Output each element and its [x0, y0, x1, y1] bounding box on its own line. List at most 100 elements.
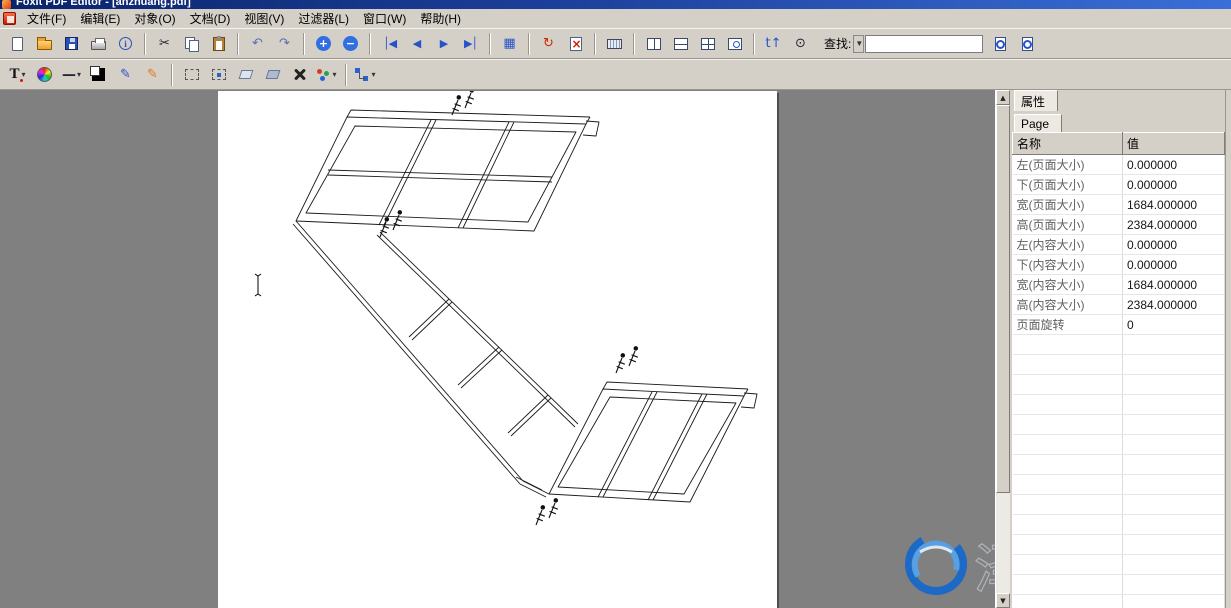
undo-button[interactable]: ↶: [244, 32, 271, 56]
fill-style-button[interactable]: [85, 63, 112, 87]
scrollbar-thumb[interactable]: [996, 105, 1010, 493]
column-view-button[interactable]: [667, 32, 694, 56]
hex-view-button[interactable]: [601, 32, 628, 56]
property-name: [1013, 575, 1123, 595]
scroll-up-button[interactable]: ▲: [996, 90, 1010, 105]
pdf-page[interactable]: [218, 91, 777, 608]
menu-item-3[interactable]: 对象(O): [127, 9, 182, 28]
document-properties-button[interactable]: i: [112, 32, 139, 56]
property-row[interactable]: 宽(页面大小)1684.000000: [1013, 195, 1225, 215]
properties-panel-tab[interactable]: 属性: [1014, 90, 1058, 111]
first-page-button[interactable]: │◀: [376, 32, 403, 56]
menu-item-7[interactable]: 窗口(W): [356, 9, 413, 28]
property-value[interactable]: 0.000000: [1123, 235, 1225, 255]
property-value[interactable]: 0.000000: [1123, 175, 1225, 195]
page-zoom-button[interactable]: [721, 32, 748, 56]
snapshot-button[interactable]: [205, 63, 232, 87]
property-name: 下(页面大小): [1013, 175, 1123, 195]
new-document-button[interactable]: [4, 32, 31, 56]
tab-page[interactable]: Page: [1014, 114, 1062, 132]
text-field-tool-button[interactable]: t↑: [760, 32, 787, 56]
property-row[interactable]: 宽(内容大小)1684.000000: [1013, 275, 1225, 295]
document-canvas[interactable]: 泽网: [0, 90, 995, 608]
property-value[interactable]: 2384.000000: [1123, 215, 1225, 235]
menu-item-4[interactable]: 文档(D): [183, 9, 238, 28]
watermark-swirl-icon: [898, 526, 974, 602]
property-value: [1123, 455, 1225, 475]
color-wheel-button[interactable]: [31, 63, 58, 87]
copy-button[interactable]: [178, 32, 205, 56]
property-row[interactable]: 高(页面大小)2384.000000: [1013, 215, 1225, 235]
vertical-scrollbar[interactable]: ▲ ▼: [995, 90, 1010, 608]
document-window-icon[interactable]: [3, 12, 16, 25]
target-tool-button[interactable]: ⊙: [787, 32, 814, 56]
column-header-name[interactable]: 名称: [1013, 133, 1123, 155]
scrollbar-track[interactable]: [996, 105, 1010, 593]
zoom-out-button[interactable]: −: [337, 32, 364, 56]
menu-item-8[interactable]: 帮助(H): [413, 9, 468, 28]
property-value[interactable]: 2384.000000: [1123, 295, 1225, 315]
find-label: 查找:: [824, 35, 851, 52]
edit-content-button[interactable]: ✎: [112, 63, 139, 87]
print-button[interactable]: [85, 32, 112, 56]
line-tool-button[interactable]: —▾: [58, 63, 85, 87]
find-next-button[interactable]: [1014, 32, 1041, 56]
find-input[interactable]: [865, 35, 983, 53]
split-view-button[interactable]: [640, 32, 667, 56]
property-row[interactable]: 页面旋转0: [1013, 315, 1225, 335]
scissors-icon: ✂: [159, 36, 170, 51]
next-page-button[interactable]: ▶: [430, 32, 457, 56]
hierarchy-button[interactable]: ▾: [352, 63, 379, 87]
property-row-empty: [1013, 475, 1225, 495]
tools-button[interactable]: [286, 63, 313, 87]
property-value[interactable]: 1684.000000: [1123, 275, 1225, 295]
zoom-in-button[interactable]: +: [310, 32, 337, 56]
keyboard-grid-icon: [607, 39, 622, 49]
property-name: [1013, 495, 1123, 515]
column-header-value[interactable]: 值: [1123, 133, 1225, 155]
property-value[interactable]: 0.000000: [1123, 255, 1225, 275]
watermark-text: 泽网: [974, 540, 995, 600]
edit-form-button[interactable]: ✎: [139, 63, 166, 87]
menu-item-6[interactable]: 过滤器(L): [291, 9, 356, 28]
property-row[interactable]: 高(内容大小)2384.000000: [1013, 295, 1225, 315]
scale-object-button[interactable]: [259, 63, 286, 87]
property-row[interactable]: 下(页面大小)0.000000: [1013, 175, 1225, 195]
scroll-down-button[interactable]: ▼: [996, 593, 1010, 608]
last-page-button[interactable]: ▶│: [457, 32, 484, 56]
property-row-empty: [1013, 395, 1225, 415]
rotate-object-button[interactable]: [232, 63, 259, 87]
property-row[interactable]: 下(内容大小)0.000000: [1013, 255, 1225, 275]
find-dropdown-button[interactable]: ▼: [853, 35, 864, 53]
menu-item-2[interactable]: 编辑(E): [73, 9, 127, 28]
menu-item-5[interactable]: 视图(V): [237, 9, 291, 28]
palette-button[interactable]: ▾: [313, 63, 340, 87]
prev-page-icon: ◀: [413, 37, 420, 50]
watermark: 泽网: [858, 522, 995, 608]
toolbar-separator: [753, 33, 755, 55]
info-icon: i: [119, 37, 132, 50]
property-value[interactable]: 0: [1123, 315, 1225, 335]
find-in-document-button[interactable]: [987, 32, 1014, 56]
redo-button[interactable]: ↷: [271, 32, 298, 56]
delete-page-icon: [570, 37, 582, 51]
menu-item-1[interactable]: 文件(F): [20, 9, 73, 28]
rotate-page-button[interactable]: ↻: [535, 32, 562, 56]
delete-page-button[interactable]: [562, 32, 589, 56]
property-row[interactable]: 左(页面大小)0.000000: [1013, 155, 1225, 175]
cut-button[interactable]: ✂: [151, 32, 178, 56]
save-button[interactable]: [58, 32, 85, 56]
property-value[interactable]: 1684.000000: [1123, 195, 1225, 215]
open-button[interactable]: [31, 32, 58, 56]
prev-page-button[interactable]: ◀: [403, 32, 430, 56]
property-row[interactable]: 左(内容大小)0.000000: [1013, 235, 1225, 255]
pages-overview-button[interactable]: ▦: [496, 32, 523, 56]
grid-view-button[interactable]: [694, 32, 721, 56]
text-tool-button[interactable]: T▾: [4, 63, 31, 87]
property-value: [1123, 435, 1225, 455]
properties-panel-header: 属性: [1012, 90, 1225, 111]
property-value[interactable]: 0.000000: [1123, 155, 1225, 175]
paste-button[interactable]: [205, 32, 232, 56]
chevron-down-icon: ▾: [77, 70, 81, 79]
select-area-button[interactable]: [178, 63, 205, 87]
